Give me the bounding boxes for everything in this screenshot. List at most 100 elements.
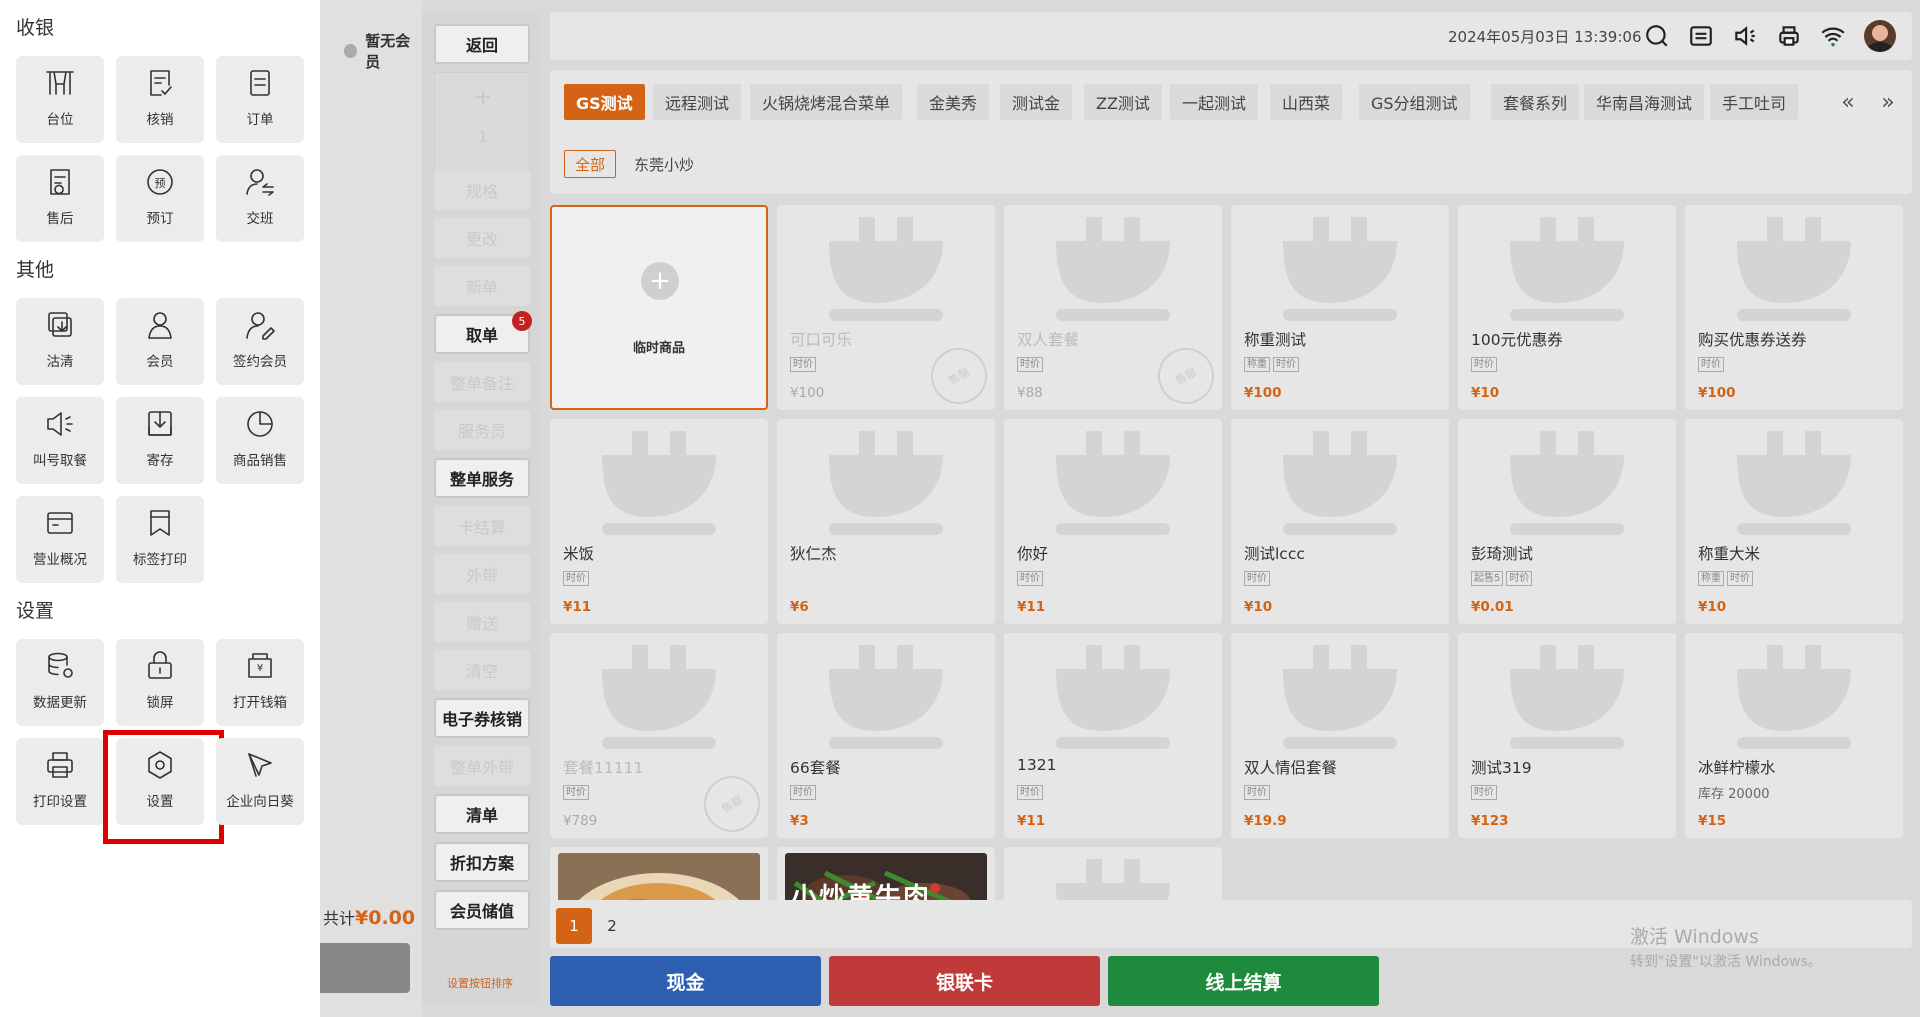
product-card[interactable]: 双人情侣套餐 时价 ¥19.9 [1231, 633, 1449, 838]
food-photo-noodles [558, 853, 760, 900]
category-tab[interactable]: 华南昌海测试 [1584, 84, 1705, 120]
scroll-right-icon[interactable]: » [1868, 84, 1908, 120]
product-card[interactable]: 测试lccc 时价 ¥10 [1231, 419, 1449, 624]
menu-tile-storage[interactable]: 寄存 [116, 397, 204, 484]
menu-tile-settings-hexagon[interactable]: 设置 [103, 730, 224, 844]
op-button[interactable]: 整单备注 [434, 362, 530, 402]
product-tag: 时价 [1273, 357, 1299, 372]
op-button[interactable]: 整单服务 [434, 458, 530, 498]
back-button[interactable]: 返回 [434, 24, 530, 64]
menu-tile-label: 打开钱箱 [233, 695, 287, 711]
op-button[interactable]: 新单 [434, 266, 530, 306]
category-tab[interactable]: GS测试 [564, 84, 645, 120]
product-card[interactable]: 称重测试 称重 时价 ¥100 [1231, 205, 1449, 410]
op-button[interactable]: 更改 [434, 218, 530, 258]
quantity-stepper[interactable]: + 1 [434, 72, 530, 172]
op-button[interactable]: 整单外带 [434, 746, 530, 786]
product-card[interactable]: 狄仁杰 ¥6 [777, 419, 995, 624]
scroll-left-icon[interactable]: « [1828, 84, 1868, 120]
product-price: ¥15 [1698, 813, 1727, 829]
quantity-plus[interactable]: + [435, 85, 531, 110]
category-tab[interactable]: 测试金 [1000, 84, 1073, 120]
product-card[interactable]: 套餐11111 时价 ¥789 售罄 [550, 633, 768, 838]
product-card[interactable]: 双人套餐 时价 ¥88 售罄 [1004, 205, 1222, 410]
product-card-photo[interactable] [550, 847, 768, 900]
message-icon[interactable] [1688, 23, 1714, 49]
menu-tile-table-chair[interactable]: 台位 [16, 56, 104, 143]
product-card[interactable]: 测试319 时价 ¥123 [1458, 633, 1676, 838]
call-number-icon [47, 412, 73, 436]
pay-unionpay-button[interactable]: 银联卡 [829, 956, 1100, 1006]
op-button[interactable]: 会员储值 [434, 890, 530, 930]
op-button[interactable]: 规格 [434, 170, 530, 210]
op-button[interactable]: 清空 [434, 650, 530, 690]
product-card[interactable]: 称重大米 称重 时价 ¥10 [1685, 419, 1903, 624]
menu-tile-clear-stock[interactable]: 沽清 [16, 298, 104, 385]
menu-tile-order[interactable]: 订单 [216, 56, 304, 143]
op-button[interactable]: 卡结算 [434, 506, 530, 546]
product-name: 冰鲜柠檬水 [1698, 759, 1776, 777]
product-card[interactable]: 米饭 时价 ¥11 [550, 419, 768, 624]
product-card[interactable]: 66套餐 时价 ¥3 [777, 633, 995, 838]
op-button[interactable]: 电子券核销 [434, 698, 530, 738]
product-card[interactable]: 彭琦测试 起售5 时价 ¥0.01 [1458, 419, 1676, 624]
menu-tile-shift-handover[interactable]: 交班 [216, 155, 304, 242]
temp-item-card[interactable]: + 临时商品 [550, 205, 768, 410]
category-tab[interactable]: 远程测试 [653, 84, 742, 120]
product-card-empty[interactable] [1004, 847, 1222, 900]
category-tab[interactable]: 火锅烧烤混合菜单 [750, 84, 903, 120]
menu-tile-printer[interactable]: 打印设置 [16, 738, 104, 825]
subcategory-item[interactable]: 东莞小炒 [634, 154, 694, 175]
op-button[interactable]: 折扣方案 [434, 842, 530, 882]
windows-watermark: 激活 Windows 转到"设置"以激活 Windows。 [1630, 926, 1822, 970]
product-card[interactable]: 冰鲜柠檬水 库存 20000 ¥15 [1685, 633, 1903, 838]
product-card[interactable]: 可口可乐 时价 ¥100 售罄 [777, 205, 995, 410]
category-tab[interactable]: 套餐系列 [1491, 84, 1580, 120]
menu-tile-lock-screen[interactable]: 锁屏 [116, 639, 204, 726]
menu-tile-label-print[interactable]: 标签打印 [116, 496, 204, 583]
menu-tile-data-update[interactable]: 数据更新 [16, 639, 104, 726]
menu-tile-business-overview[interactable]: 营业概况 [16, 496, 104, 583]
menu-tile-verify[interactable]: 核销 [116, 56, 204, 143]
menu-tile-contract-member[interactable]: 签约会员 [216, 298, 304, 385]
op-button[interactable]: 外带 [434, 554, 530, 594]
menu-tile-call-number[interactable]: 叫号取餐 [16, 397, 104, 484]
op-button-label: 整单备注 [449, 374, 514, 393]
product-card[interactable]: 购买优惠券送券 时价 ¥100 [1685, 205, 1903, 410]
op-button[interactable]: 服务员 [434, 410, 530, 450]
product-card[interactable]: 1321 时价 ¥11 [1004, 633, 1222, 838]
menu-tile-sunflower-remote[interactable]: 企业向日葵 [216, 738, 304, 825]
menu-tile-reserve[interactable]: 预 预订 [116, 155, 204, 242]
pay-online-button[interactable]: 线上结算 [1108, 956, 1379, 1006]
member-label: 暂无会员 [365, 32, 411, 71]
user-avatar[interactable] [1864, 20, 1896, 52]
menu-tile-member[interactable]: 会员 [116, 298, 204, 385]
product-card-photo[interactable]: 小炒黄牛肉 [777, 847, 995, 900]
checkout-button[interactable] [320, 943, 410, 993]
menu-tile-sales-chart[interactable]: 商品销售 [216, 397, 304, 484]
product-card[interactable]: 100元优惠券 时价 ¥10 [1458, 205, 1676, 410]
op-button[interactable]: 取单 5 [434, 311, 532, 354]
category-tab[interactable]: 山西菜 [1270, 84, 1343, 120]
pay-cash-button[interactable]: 现金 [550, 956, 821, 1006]
page-1[interactable]: 1 [556, 908, 592, 944]
sort-buttons-link[interactable]: 设置按钮排序 [422, 975, 538, 991]
member-info[interactable]: 暂无会员 [344, 30, 422, 72]
category-tab[interactable]: ZZ测试 [1084, 84, 1162, 120]
op-button[interactable]: 赠送 [434, 602, 530, 642]
menu-tile-cash-box[interactable]: ¥ 打开钱箱 [216, 639, 304, 726]
category-tab[interactable]: 手工吐司 [1710, 84, 1799, 120]
product-name: 测试319 [1471, 759, 1532, 777]
category-tab[interactable]: 金美秀 [917, 84, 990, 120]
printer-top-icon[interactable] [1776, 23, 1802, 49]
subcategory-all[interactable]: 全部 [564, 150, 616, 178]
search-icon[interactable] [1644, 23, 1670, 49]
op-button[interactable]: 清单 [434, 794, 530, 834]
page-2[interactable]: 2 [594, 908, 630, 944]
category-tab[interactable]: 一起测试 [1170, 84, 1259, 120]
product-card[interactable]: 你好 时价 ¥11 [1004, 419, 1222, 624]
wifi-icon[interactable] [1820, 23, 1846, 49]
speaker-icon[interactable] [1732, 23, 1758, 49]
menu-tile-after-sale[interactable]: 售后 [16, 155, 104, 242]
category-tab[interactable]: GS分组测试 [1359, 84, 1470, 120]
